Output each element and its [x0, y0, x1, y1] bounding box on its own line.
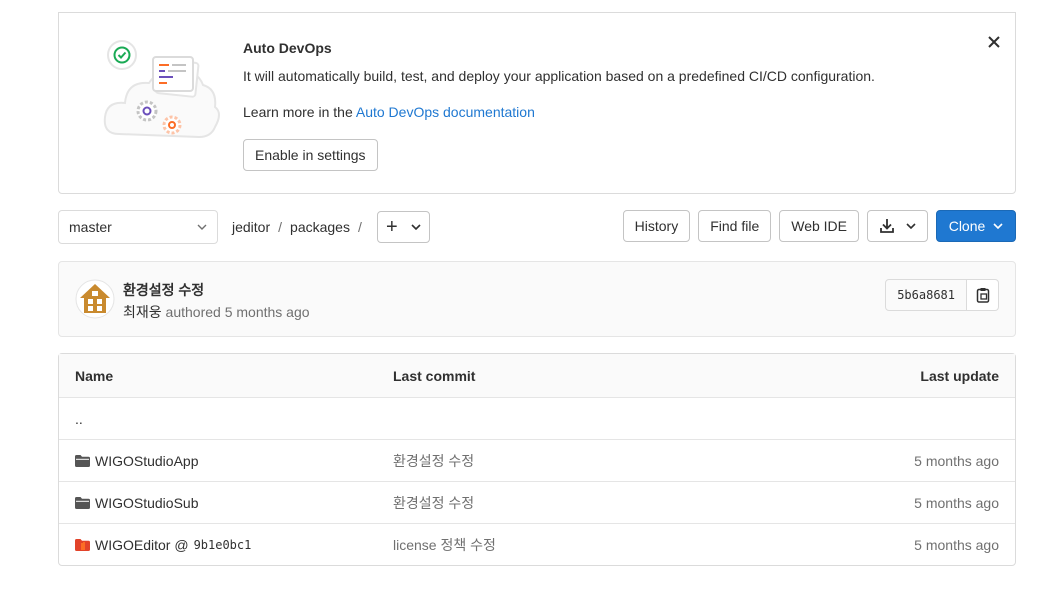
- folder-link[interactable]: WIGOStudioSub: [95, 495, 199, 511]
- parent-directory-link[interactable]: ..: [75, 411, 83, 427]
- auto-devops-docs-link[interactable]: Auto DevOps documentation: [356, 104, 535, 120]
- breadcrumb-separator: /: [357, 219, 362, 235]
- chevron-down-icon: [993, 223, 1003, 229]
- table-row-parent[interactable]: ..: [59, 397, 1015, 439]
- enable-in-settings-button[interactable]: Enable in settings: [243, 139, 378, 171]
- banner-title: Auto DevOps: [243, 40, 332, 56]
- breadcrumb-separator: /: [278, 219, 283, 235]
- folder-icon: [75, 454, 90, 467]
- table-row: WIGOStudioApp 환경설정 수정 5 months ago: [59, 439, 1015, 481]
- last-commit-column-header: Last commit: [393, 367, 476, 384]
- breadcrumb-item-folder[interactable]: packages: [290, 219, 350, 235]
- last-commit-cell[interactable]: 환경설정 수정: [393, 440, 474, 481]
- table-row: WIGOStudioSub 환경설정 수정 5 months ago: [59, 481, 1015, 523]
- download-button[interactable]: [867, 210, 928, 242]
- download-icon: [880, 219, 894, 233]
- table-row: WIGOEditor @ 9b1e0bc1 license 정책 수정 5 mo…: [59, 523, 1015, 565]
- avatar[interactable]: [75, 279, 115, 319]
- last-commit-cell[interactable]: 환경설정 수정: [393, 482, 474, 523]
- clone-label: Clone: [948, 218, 986, 234]
- commit-title[interactable]: 환경설정 수정: [123, 280, 204, 300]
- plus-icon: +: [386, 216, 398, 238]
- last-update-cell: 5 months ago: [914, 536, 999, 553]
- commit-author-name[interactable]: 최재웅: [123, 304, 162, 320]
- tree-toolbar: master jeditor / packages / + History Fi…: [58, 210, 1016, 244]
- submodule-sha[interactable]: 9b1e0bc1: [194, 538, 252, 552]
- clone-button[interactable]: Clone: [936, 210, 1016, 242]
- last-commit-cell[interactable]: license 정책 수정: [393, 524, 496, 565]
- copy-sha-button[interactable]: [967, 279, 999, 311]
- chevron-down-icon: [906, 223, 916, 229]
- folder-icon: [75, 496, 90, 509]
- toolbar-actions: History Find file Web IDE Clone: [622, 210, 1016, 242]
- file-name-cell: WIGOStudioSub: [75, 482, 199, 523]
- commit-author-line: 최재웅 authored 5 months ago: [123, 302, 310, 322]
- clipboard-icon: [976, 288, 989, 303]
- last-update-column-header: Last update: [920, 367, 999, 384]
- chevron-down-icon: [197, 224, 207, 230]
- add-to-tree-button[interactable]: +: [377, 211, 430, 243]
- auto-devops-illustration: [103, 40, 220, 139]
- table-header: Name Last commit Last update: [59, 354, 1015, 397]
- breadcrumb-item-project[interactable]: jeditor: [232, 219, 270, 235]
- banner-description: It will automatically build, test, and d…: [243, 68, 875, 84]
- submodule-icon: [75, 538, 90, 551]
- commit-sha-group: 5b6a8681: [885, 279, 999, 311]
- auto-devops-banner: Auto DevOps It will automatically build,…: [58, 12, 1016, 194]
- find-file-button[interactable]: Find file: [698, 210, 772, 242]
- file-name-cell: WIGOStudioApp: [75, 440, 199, 481]
- folder-link[interactable]: WIGOStudioApp: [95, 453, 199, 469]
- learn-more-prefix: Learn more in the: [243, 104, 356, 120]
- submodule-link[interactable]: WIGOEditor @: [95, 537, 189, 553]
- last-commit-box: 환경설정 수정 최재웅 authored 5 months ago 5b6a86…: [58, 261, 1016, 337]
- name-column-header: Name: [75, 367, 114, 384]
- breadcrumb: jeditor / packages /: [232, 210, 370, 244]
- commit-sha[interactable]: 5b6a8681: [885, 279, 967, 311]
- last-update-cell: 5 months ago: [914, 494, 999, 511]
- file-name-cell: WIGOEditor @ 9b1e0bc1: [75, 524, 251, 565]
- chevron-down-icon: [411, 224, 421, 230]
- close-icon[interactable]: [985, 33, 1003, 51]
- banner-learn-more: Learn more in the Auto DevOps documentat…: [243, 103, 875, 121]
- last-update-cell: 5 months ago: [914, 452, 999, 469]
- file-tree-table: Name Last commit Last update .. WIGOStud…: [58, 353, 1016, 566]
- commit-authored-text: authored 5 months ago: [165, 304, 310, 320]
- web-ide-button[interactable]: Web IDE: [779, 210, 859, 242]
- branch-name: master: [69, 219, 112, 235]
- branch-dropdown[interactable]: master: [58, 210, 218, 244]
- history-button[interactable]: History: [622, 210, 691, 242]
